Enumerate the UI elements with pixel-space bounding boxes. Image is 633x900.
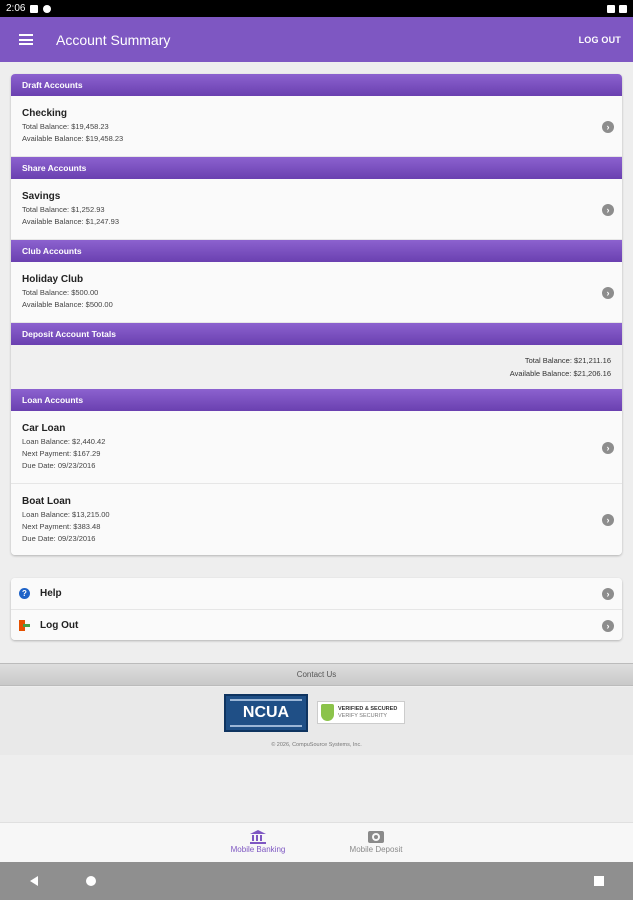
loan-balance: Loan Balance: $2,440.42 [22, 437, 106, 446]
verified-line2: VERIFY SECURITY [338, 712, 388, 719]
next-payment: Next Payment: $167.29 [22, 449, 101, 458]
system-nav-bar [0, 862, 633, 900]
footer: NCUA VERIFIED & SECURED VERIFY SECURITY … [0, 687, 633, 755]
chevron-right-icon: › [602, 204, 614, 216]
next-payment: Next Payment: $383.48 [22, 522, 101, 531]
account-total-balance: Total Balance: $500.00 [22, 288, 99, 297]
chevron-right-icon: › [602, 287, 614, 299]
account-name: Holiday Club [22, 274, 84, 285]
chevron-right-icon: › [602, 588, 614, 600]
account-name: Boat Loan [22, 496, 71, 507]
battery-icon [619, 4, 627, 13]
section-header-share: Share Accounts [11, 157, 622, 179]
app-bar: Account Summary LOG OUT [0, 17, 633, 62]
links-card: ? Help › Log Out › [11, 578, 622, 640]
verified-secured-badge[interactable]: VERIFIED & SECURED VERIFY SECURITY [317, 701, 405, 724]
account-row-checking[interactable]: Checking Total Balance: $19,458.23 Avail… [11, 96, 622, 157]
account-total-balance: Total Balance: $1,252.93 [22, 205, 105, 214]
sd-card-icon [30, 4, 39, 13]
bottom-nav: Mobile Banking Mobile Deposit [0, 822, 633, 862]
logout-label: Log Out [40, 619, 79, 631]
copyright-text: © 2026, CompuSource Systems, Inc. [271, 742, 362, 748]
verified-line1: VERIFIED & SECURED [338, 705, 398, 712]
account-name: Car Loan [22, 423, 66, 434]
account-available-balance: Available Balance: $500.00 [22, 300, 113, 309]
camera-icon [368, 830, 384, 843]
help-link[interactable]: ? Help › [11, 578, 622, 609]
logout-link[interactable]: Log Out › [11, 609, 622, 640]
nav-mobile-banking-label: Mobile Banking [230, 845, 286, 854]
section-header-loan: Loan Accounts [11, 389, 622, 411]
ncua-logo[interactable]: NCUA [224, 694, 308, 732]
account-name: Savings [22, 191, 61, 202]
section-header-draft: Draft Accounts [11, 74, 622, 96]
logout-icon [19, 619, 30, 631]
wifi-icon [607, 4, 615, 13]
home-icon[interactable] [86, 876, 96, 886]
section-header-club: Club Accounts [11, 240, 622, 262]
chevron-right-icon: › [602, 442, 614, 454]
deposit-totals: Total Balance: $21,211.16 Available Bala… [11, 345, 622, 389]
help-icon: ? [19, 588, 30, 599]
page-title: Account Summary [56, 31, 171, 48]
recents-icon[interactable] [594, 876, 604, 886]
contact-us-button[interactable]: Contact Us [0, 663, 633, 686]
account-row-holiday-club[interactable]: Holiday Club Total Balance: $500.00 Avai… [11, 262, 622, 323]
status-time: 2:06 [6, 3, 26, 14]
account-total-balance: Total Balance: $19,458.23 [22, 122, 109, 131]
status-bar: 2:06 [0, 0, 633, 17]
account-row-car-loan[interactable]: Car Loan Loan Balance: $2,440.42 Next Pa… [11, 411, 622, 484]
account-row-boat-loan[interactable]: Boat Loan Loan Balance: $13,215.00 Next … [11, 484, 622, 555]
bank-icon [250, 829, 266, 844]
account-available-balance: Available Balance: $1,247.93 [22, 217, 120, 226]
accounts-card: Draft Accounts Checking Total Balance: $… [11, 74, 622, 555]
logout-button[interactable]: LOG OUT [579, 35, 621, 45]
total-balance-value: Total Balance: $21,211.16 [524, 356, 611, 365]
notification-icon [43, 4, 52, 13]
back-icon[interactable] [30, 876, 38, 886]
hamburger-menu-icon[interactable] [19, 34, 33, 45]
section-header-totals: Deposit Account Totals [11, 323, 622, 345]
chevron-right-icon: › [602, 514, 614, 526]
shield-icon [321, 704, 334, 721]
help-label: Help [40, 588, 62, 599]
due-date: Due Date: 09/23/2016 [22, 461, 96, 470]
nav-mobile-banking[interactable]: Mobile Banking [213, 828, 303, 854]
nav-mobile-deposit-label: Mobile Deposit [349, 845, 403, 854]
loan-balance: Loan Balance: $13,215.00 [22, 510, 110, 519]
nav-mobile-deposit[interactable]: Mobile Deposit [331, 828, 421, 854]
account-name: Checking [22, 108, 68, 119]
chevron-right-icon: › [602, 121, 614, 133]
due-date: Due Date: 09/23/2016 [22, 534, 96, 543]
available-balance-value: Available Balance: $21,206.16 [509, 369, 611, 378]
account-available-balance: Available Balance: $19,458.23 [22, 134, 124, 143]
account-row-savings[interactable]: Savings Total Balance: $1,252.93 Availab… [11, 179, 622, 240]
chevron-right-icon: › [602, 620, 614, 632]
